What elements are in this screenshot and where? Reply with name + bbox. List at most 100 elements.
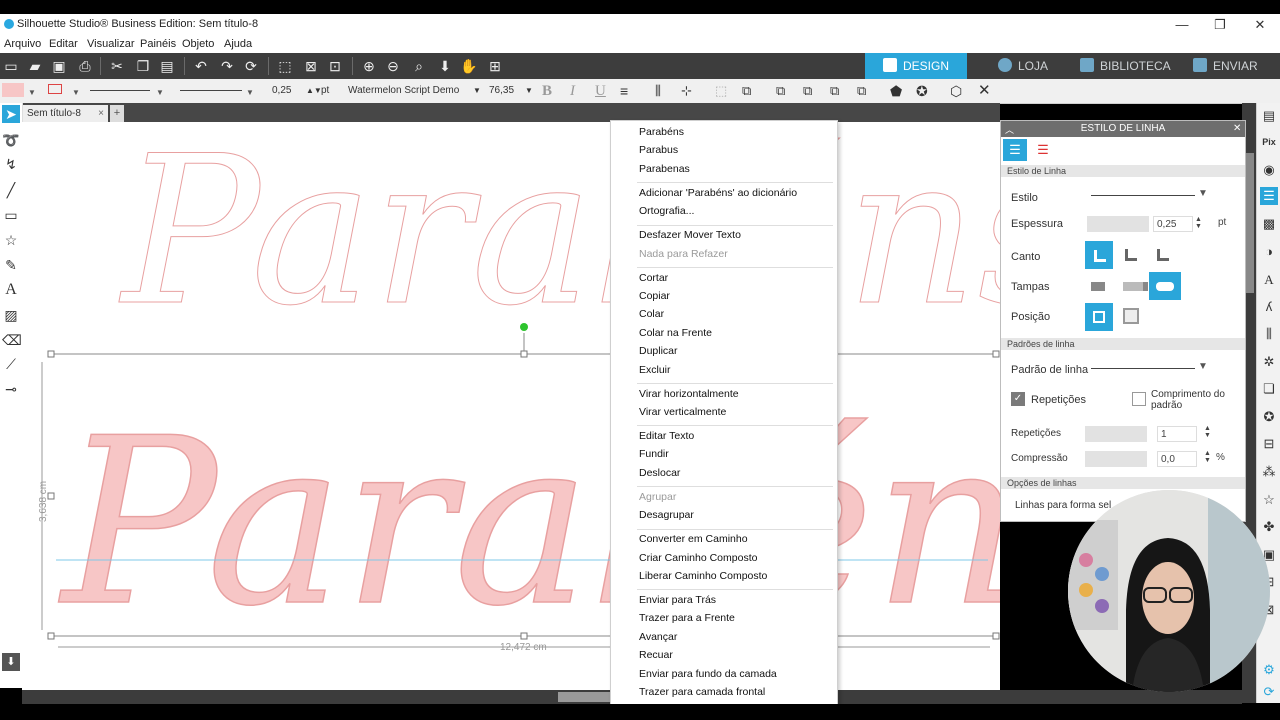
line-width-input[interactable]: 0,25 <box>272 82 291 100</box>
select-by-color-icon[interactable]: ⊡ <box>326 57 344 75</box>
line-color-tab-icon[interactable]: ☰ <box>1031 139 1055 161</box>
repeticoes-slider[interactable] <box>1085 426 1147 442</box>
close-window-button[interactable]: ✕ <box>1240 16 1280 34</box>
context-menu-item[interactable]: Enviar para Trás <box>639 594 716 606</box>
pan-hand-icon[interactable]: ✋ <box>460 57 478 75</box>
context-menu-item[interactable]: Virar verticalmente <box>639 406 726 418</box>
line-color-swatch[interactable] <box>48 84 62 94</box>
chevron-down-icon[interactable]: ▼ <box>156 88 164 97</box>
text-to-path-icon[interactable]: ʎ <box>1260 298 1278 316</box>
font-size-input[interactable]: 76,35 <box>489 82 514 100</box>
context-menu-item[interactable]: Excluir <box>639 364 671 376</box>
trace-icon[interactable]: ⁂ <box>1260 463 1278 481</box>
zoom-area-icon[interactable]: ⌕ <box>410 57 428 75</box>
chevron-down-icon[interactable]: ▼ <box>1198 361 1208 372</box>
transform-icon[interactable]: ✲ <box>1260 353 1278 371</box>
position-outside-button[interactable] <box>1123 308 1139 324</box>
copy-icon[interactable]: ❐ <box>134 57 152 75</box>
layers-icon[interactable]: ✤ <box>1260 518 1278 536</box>
palette-icon[interactable]: ◉ <box>1260 161 1278 179</box>
rectangle-icon[interactable]: ▭ <box>2 206 20 224</box>
maximize-button[interactable]: ❐ <box>1200 16 1240 34</box>
stepper-icon[interactable]: ▲▼ <box>1204 425 1211 439</box>
context-menu-item[interactable]: Copiar <box>639 290 670 302</box>
select-all-icon[interactable]: ⬚ <box>276 57 294 75</box>
compressao-slider[interactable] <box>1085 451 1147 467</box>
stepper-icon[interactable]: ▲▼ <box>1195 216 1202 230</box>
comprimento-checkbox[interactable] <box>1132 392 1146 406</box>
context-menu-item[interactable]: Trazer para a Frente <box>639 612 735 624</box>
fill-bucket-icon[interactable]: ⬟ <box>890 82 902 100</box>
corner-sharp-button[interactable] <box>1085 241 1113 269</box>
context-menu-item[interactable]: Editar Texto <box>639 430 694 442</box>
chevron-down-icon[interactable]: ▼ <box>72 88 80 97</box>
resize-handle[interactable] <box>992 350 1000 358</box>
padrao-preview[interactable] <box>1091 368 1195 369</box>
menu-editar[interactable]: Editar <box>49 38 78 50</box>
chevron-down-icon[interactable]: ▼ <box>246 88 254 97</box>
context-menu-item[interactable]: Converter em Caminho <box>639 533 748 545</box>
resize-handle[interactable] <box>520 350 528 358</box>
zoom-out-icon[interactable]: ⊖ <box>384 57 402 75</box>
resize-handle[interactable] <box>47 632 55 640</box>
context-menu-item[interactable]: Virar horizontalmente <box>639 388 739 400</box>
settings-gear-icon[interactable]: ⚙ <box>1260 661 1278 679</box>
text-tool-icon[interactable]: A <box>2 281 20 299</box>
3d-box-icon[interactable]: ⬡ <box>950 82 962 100</box>
bold-button[interactable]: B <box>542 82 552 100</box>
corner-round-button[interactable] <box>1117 241 1145 269</box>
document-tab[interactable]: Sem título-8 × <box>22 105 108 122</box>
estilo-preview[interactable] <box>1091 195 1195 196</box>
design-canvas[interactable]: Parabéns Parabéns 3,638 cm 12,472 cm <box>22 122 1000 690</box>
offset-icon[interactable]: ⊟ <box>1260 435 1278 453</box>
align-left-icon[interactable]: ≡ <box>620 82 628 100</box>
chevron-down-icon[interactable]: ▼ <box>1198 188 1208 199</box>
undo-icon[interactable]: ↶ <box>192 57 210 75</box>
main-text-parabens[interactable]: Parabéns <box>57 389 1000 658</box>
text-path-icon[interactable]: ⊹ <box>681 82 692 100</box>
context-menu-item[interactable]: Trazer para camada frontal <box>639 686 765 698</box>
move-down-icon[interactable]: ⬇ <box>436 57 454 75</box>
ghost-word-outline[interactable]: Parabéns <box>118 122 1001 352</box>
context-menu-item[interactable]: Criar Caminho Composto <box>639 552 757 564</box>
context-menu-item[interactable]: Parabus <box>639 144 678 156</box>
refresh-icon[interactable]: ⟳ <box>242 57 260 75</box>
modify-icon[interactable]: ✪ <box>1260 408 1278 426</box>
ungroup-icon[interactable]: ⧉ <box>742 82 751 100</box>
new-file-icon[interactable]: ▭ <box>2 57 20 75</box>
line-style-preview[interactable] <box>90 90 150 91</box>
bring-forward-icon[interactable]: ⧉ <box>776 82 785 100</box>
context-menu-item[interactable]: Duplicar <box>639 345 678 357</box>
fit-page-icon[interactable]: ⊞ <box>486 57 504 75</box>
context-menu-item[interactable]: Recuar <box>639 649 673 661</box>
tab-close-icon[interactable]: × <box>98 105 104 122</box>
context-menu-item[interactable]: Desagrupar <box>639 509 694 521</box>
align-icon[interactable]: ⫼ <box>1260 325 1278 343</box>
cap-round-button[interactable] <box>1149 272 1181 300</box>
open-folder-icon[interactable]: ▰ <box>26 57 44 75</box>
context-menu-item[interactable]: Avançar <box>639 631 677 643</box>
context-menu-item[interactable]: Fundir <box>639 448 669 460</box>
line-style-tab-icon[interactable]: ☰ <box>1003 139 1027 161</box>
scrollbar-thumb[interactable] <box>558 692 612 702</box>
print-icon[interactable]: ⎙ <box>76 57 94 75</box>
espessura-input[interactable]: 0,25 <box>1153 216 1193 232</box>
paste-icon[interactable]: ▤ <box>158 57 176 75</box>
fill-color-swatch[interactable] <box>2 83 24 97</box>
replicate-icon[interactable]: ❏ <box>1260 380 1278 398</box>
transparency-icon[interactable]: ◑ <box>1260 243 1278 261</box>
line-style-icon[interactable]: ☰ <box>1260 187 1278 205</box>
menu-ajuda[interactable]: Ajuda <box>224 38 252 50</box>
send-to-back-icon[interactable]: ⧉ <box>857 82 866 100</box>
stepper-icon[interactable]: ▲▼ <box>1204 450 1211 464</box>
deselect-icon[interactable]: ⊠ <box>302 57 320 75</box>
repeticoes-input[interactable]: 1 <box>1157 426 1197 442</box>
context-menu-item[interactable]: Adicionar 'Parabéns' ao dicionário <box>639 187 797 199</box>
text-style-icon[interactable]: A <box>1260 271 1278 289</box>
sketch-star-icon[interactable]: ☆ <box>1260 491 1278 509</box>
minimize-button[interactable]: — <box>1162 16 1202 34</box>
eraser-icon[interactable]: ⌫ <box>2 331 22 349</box>
corner-bevel-button[interactable] <box>1149 241 1177 269</box>
position-center-button[interactable] <box>1085 303 1113 331</box>
context-menu-item[interactable]: Colar na Frente <box>639 327 712 339</box>
